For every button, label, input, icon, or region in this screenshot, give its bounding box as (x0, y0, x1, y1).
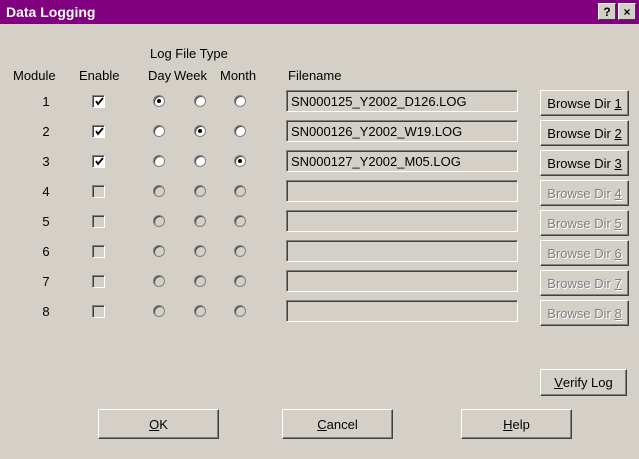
radio-selected-dot (157, 99, 161, 103)
day-radio[interactable] (153, 125, 165, 137)
window-title: Data Logging (6, 4, 96, 20)
day-radio[interactable] (153, 215, 165, 227)
module-number: 5 (42, 214, 50, 229)
module-number: 8 (42, 304, 50, 319)
enable-checkbox[interactable] (92, 275, 105, 288)
enable-checkbox[interactable] (92, 185, 105, 198)
module-number: 6 (42, 244, 50, 259)
check-icon (95, 97, 104, 106)
day-radio[interactable] (153, 305, 165, 317)
ok-button[interactable]: OK (98, 409, 219, 439)
week-radio[interactable] (194, 125, 206, 137)
browse-dir-6-button[interactable]: Browse Dir 6 (540, 240, 629, 266)
day-header: Day (148, 68, 172, 83)
enable-checkbox[interactable] (92, 125, 105, 138)
enable-checkbox[interactable] (92, 155, 105, 168)
week-radio[interactable] (194, 215, 206, 227)
title-bar[interactable]: Data Logging ? × (0, 0, 639, 24)
filename-field[interactable] (286, 240, 518, 262)
close-icon[interactable]: × (618, 3, 636, 20)
browse-dir-7-button[interactable]: Browse Dir 7 (540, 270, 629, 296)
log-file-type-header: Log File Type (150, 46, 228, 61)
month-radio[interactable] (234, 155, 246, 167)
month-radio[interactable] (234, 275, 246, 287)
filename-field[interactable] (286, 180, 518, 202)
data-logging-dialog: Data Logging ? × Log File Type Module En… (0, 0, 639, 459)
verify-log-button[interactable]: Verify Log (540, 369, 627, 396)
week-header: Week (174, 68, 207, 83)
day-radio[interactable] (153, 275, 165, 287)
filename-field[interactable] (286, 210, 518, 232)
week-radio[interactable] (194, 155, 206, 167)
module-number: 3 (42, 154, 50, 169)
week-radio[interactable] (194, 185, 206, 197)
filename-field[interactable] (286, 270, 518, 292)
browse-dir-8-button[interactable]: Browse Dir 8 (540, 300, 629, 326)
month-radio[interactable] (234, 305, 246, 317)
week-radio[interactable] (194, 95, 206, 107)
browse-dir-1-button[interactable]: Browse Dir 1 (540, 90, 629, 116)
cancel-button[interactable]: Cancel (282, 409, 393, 439)
filename-field[interactable]: SN000125_Y2002_D126.LOG (286, 90, 518, 112)
filename-field[interactable]: SN000126_Y2002_W19.LOG (286, 120, 518, 142)
radio-selected-dot (198, 129, 202, 133)
month-radio[interactable] (234, 125, 246, 137)
help-button[interactable]: Help (461, 409, 572, 439)
month-radio[interactable] (234, 245, 246, 257)
module-number: 7 (42, 274, 50, 289)
module-number: 2 (42, 124, 50, 139)
module-header: Module (13, 68, 56, 83)
month-header: Month (220, 68, 257, 83)
check-icon (95, 157, 104, 166)
month-radio[interactable] (234, 185, 246, 197)
module-number: 1 (42, 94, 50, 109)
enable-checkbox[interactable] (92, 215, 105, 228)
enable-checkbox[interactable] (92, 305, 105, 318)
check-icon (95, 127, 104, 136)
enable-header: Enable (79, 68, 120, 83)
module-number: 4 (42, 184, 50, 199)
week-radio[interactable] (194, 305, 206, 317)
enable-checkbox[interactable] (92, 95, 105, 108)
day-radio[interactable] (153, 95, 165, 107)
day-radio[interactable] (153, 155, 165, 167)
day-radio[interactable] (153, 245, 165, 257)
week-radio[interactable] (194, 275, 206, 287)
browse-dir-4-button[interactable]: Browse Dir 4 (540, 180, 629, 206)
help-icon[interactable]: ? (598, 3, 616, 20)
month-radio[interactable] (234, 95, 246, 107)
filename-header: Filename (288, 68, 342, 83)
filename-field[interactable]: SN000127_Y2002_M05.LOG (286, 150, 518, 172)
month-radio[interactable] (234, 215, 246, 227)
day-radio[interactable] (153, 185, 165, 197)
browse-dir-5-button[interactable]: Browse Dir 5 (540, 210, 629, 236)
enable-checkbox[interactable] (92, 245, 105, 258)
week-radio[interactable] (194, 245, 206, 257)
radio-selected-dot (238, 159, 242, 163)
filename-field[interactable] (286, 300, 518, 322)
browse-dir-2-button[interactable]: Browse Dir 2 (540, 120, 629, 146)
browse-dir-3-button[interactable]: Browse Dir 3 (540, 150, 629, 176)
